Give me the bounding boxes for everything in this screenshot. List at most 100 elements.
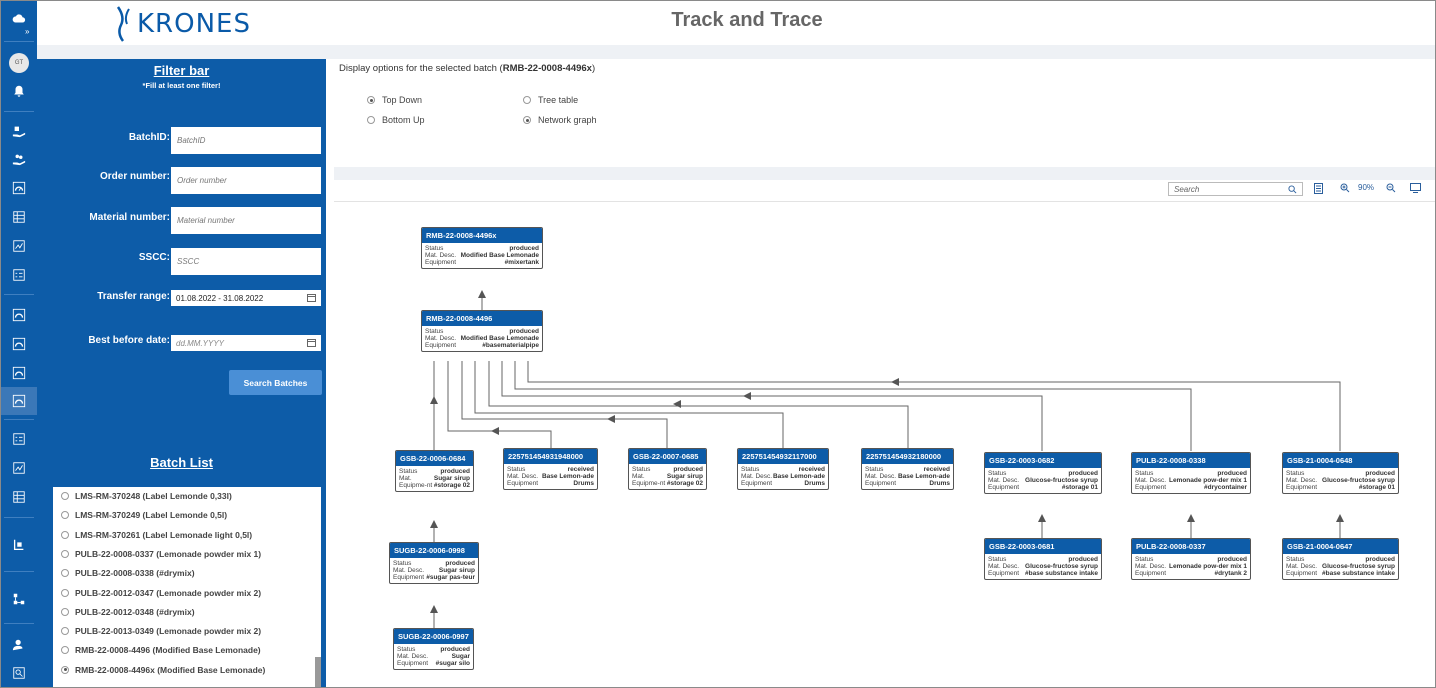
- node-row-key: Equipment: [393, 574, 425, 581]
- node-row-key: Status: [425, 328, 444, 335]
- node-row-value: Glucose-fructose syrup: [1322, 563, 1395, 570]
- graph-node[interactable]: PULB-22-0008-0337 Status produced Mat. Desc…: [1131, 538, 1251, 580]
- node-row: Mat. Sugar sirup: [396, 475, 473, 482]
- node-row-value: produced: [445, 560, 475, 567]
- node-row-key: Status: [988, 470, 1007, 477]
- node-batch-id: 225751454931948000: [504, 449, 597, 464]
- node-row: Equipment #storage 01: [985, 484, 1101, 491]
- node-row: Mat. Desc. Lemonade pow-der mix 1: [1132, 477, 1250, 484]
- edge-arrow: [1336, 514, 1344, 522]
- node-row: Equipme-nt #storage 02: [396, 482, 473, 489]
- edge-arrow: [607, 415, 615, 423]
- graph-node[interactable]: PULB-22-0008-0338 Status produced Mat. Desc…: [1131, 452, 1251, 494]
- graph-node[interactable]: RMB-22-0008-4496 Status produced Mat. Desc.…: [421, 310, 543, 352]
- node-row: Equipment Drums: [862, 480, 953, 487]
- node-row: Equipment Drums: [738, 480, 828, 487]
- node-row-key: Equipment: [865, 480, 897, 487]
- node-row-value: received: [798, 466, 825, 473]
- node-batch-id: GSB-22-0003-0682: [985, 453, 1101, 468]
- node-row-key: Equipment: [1286, 570, 1318, 577]
- node-batch-id: SUGB-22-0006-0997: [394, 629, 473, 644]
- graph-node[interactable]: 225751454931948000 Status received Mat. Des…: [503, 448, 598, 490]
- node-row: Mat. Desc. Sugar: [394, 653, 473, 660]
- edge-arrow: [430, 396, 438, 404]
- node-row-value: produced: [509, 328, 539, 335]
- node-row: Equipment #base substance intake: [985, 570, 1101, 577]
- edge: [461, 361, 668, 448]
- graph-node[interactable]: GSB-21-0004-0648 Status produced Mat. Desc.…: [1282, 452, 1399, 494]
- graph-node[interactable]: 225751454932180000 Status received Mat. Des…: [861, 448, 954, 490]
- graph-node[interactable]: GSB-22-0006-0684 Status produced Mat. Sugar …: [395, 450, 474, 492]
- edge-arrow: [491, 427, 499, 435]
- graph-node[interactable]: SUGB-22-0006-0997 Status produced Mat. Desc…: [393, 628, 474, 670]
- edge-arrow: [430, 605, 438, 613]
- node-row-key: Equipment: [988, 570, 1020, 577]
- node-row-value: Glucose-fructose syrup: [1025, 563, 1098, 570]
- node-row-key: Mat. Desc.: [741, 473, 773, 480]
- node-row: Equipment Drums: [504, 480, 597, 487]
- node-row-key: Mat. Desc.: [397, 653, 429, 660]
- edge-arrow: [478, 290, 486, 298]
- node-row: Equipment #sugar silo: [394, 660, 473, 667]
- graph-node[interactable]: 225751454932117000 Status received Mat. Des…: [737, 448, 829, 490]
- node-batch-id: RMB-22-0008-4496: [422, 311, 542, 326]
- node-row-value: Lemonade pow-der mix 1: [1168, 563, 1247, 570]
- node-row: Status produced: [422, 245, 542, 252]
- node-row: Status produced: [1132, 556, 1250, 563]
- node-row: Mat. Desc. Base Lemon-ade: [504, 473, 597, 480]
- node-row: Status produced: [985, 470, 1101, 477]
- node-row-value: produced: [1365, 556, 1395, 563]
- node-row-key: Mat. Desc.: [393, 567, 425, 574]
- node-row-key: Status: [399, 468, 418, 475]
- node-row-value: #sugar silo: [435, 660, 470, 667]
- node-row-value: Drums: [929, 480, 950, 487]
- node-row-value: received: [923, 466, 950, 473]
- node-row: Equipme-nt #storage 02: [629, 480, 706, 487]
- node-row: Status produced: [394, 646, 473, 653]
- node-row-key: Mat. Desc.: [1286, 563, 1318, 570]
- edge-arrow: [1038, 514, 1046, 522]
- node-row: Status produced: [629, 466, 706, 473]
- node-row-value: #storage 01: [1358, 484, 1395, 491]
- node-row-key: Mat. Desc.: [425, 252, 457, 259]
- graph-node[interactable]: GSB-22-0007-0685 Status produced Mat. Sugar …: [628, 448, 707, 490]
- node-row-key: Status: [741, 466, 760, 473]
- graph-node[interactable]: GSB-22-0003-0682 Status produced Mat. Desc.…: [984, 452, 1102, 494]
- node-row-value: produced: [1068, 470, 1098, 477]
- node-row-key: Equipment: [988, 484, 1020, 491]
- node-batch-id: SUGB-22-0006-0998: [390, 543, 478, 558]
- node-row-value: Base Lemon-ade: [541, 473, 594, 480]
- node-row-key: Mat. Desc.: [988, 477, 1020, 484]
- node-row-key: Status: [1286, 556, 1305, 563]
- node-row: Mat. Desc. Glucose-fructose syrup: [985, 477, 1101, 484]
- edge-arrow: [891, 378, 899, 386]
- edge-arrow: [743, 392, 751, 400]
- node-row-key: Equipment: [741, 480, 773, 487]
- graph-node[interactable]: RMB-22-0008-4496x Status produced Mat. Desc…: [421, 227, 543, 269]
- graph-node[interactable]: GSB-22-0003-0681 Status produced Mat. Desc.…: [984, 538, 1102, 580]
- node-row-value: Sugar sirup: [438, 567, 475, 574]
- node-row: Mat. Desc. Sugar sirup: [390, 567, 478, 574]
- node-row-value: produced: [440, 468, 470, 475]
- node-row-key: Mat. Desc.: [1135, 563, 1167, 570]
- node-row: Status produced: [390, 560, 478, 567]
- node-row-value: #basematerialpipe: [482, 342, 539, 349]
- node-row-value: produced: [509, 245, 539, 252]
- node-row: Equipment #sugar pas-teur: [390, 574, 478, 581]
- node-row-key: Status: [393, 560, 412, 567]
- node-batch-id: 225751454932117000: [738, 449, 828, 464]
- node-row-value: #sugar pas-teur: [426, 574, 475, 581]
- node-row-value: produced: [1068, 556, 1098, 563]
- node-batch-id: GSB-22-0007-0685: [629, 449, 706, 464]
- node-row-key: Status: [425, 245, 444, 252]
- node-row-key: Equipment: [1135, 484, 1167, 491]
- node-row-value: Base Lemon-ade: [772, 473, 825, 480]
- node-row: Equipment #basematerialpipe: [422, 342, 542, 349]
- node-row-key: Status: [1286, 470, 1305, 477]
- edge-arrow: [1187, 514, 1195, 522]
- graph-node[interactable]: SUGB-22-0006-0998 Status produced Mat. Desc…: [389, 542, 479, 584]
- graph-node[interactable]: GSB-21-0004-0647 Status produced Mat. Desc.…: [1282, 538, 1399, 580]
- app-window: » GT KRONES Track and Trace Filter bar *…: [0, 0, 1436, 688]
- edge: [474, 361, 784, 448]
- node-row-value: Sugar: [451, 653, 470, 660]
